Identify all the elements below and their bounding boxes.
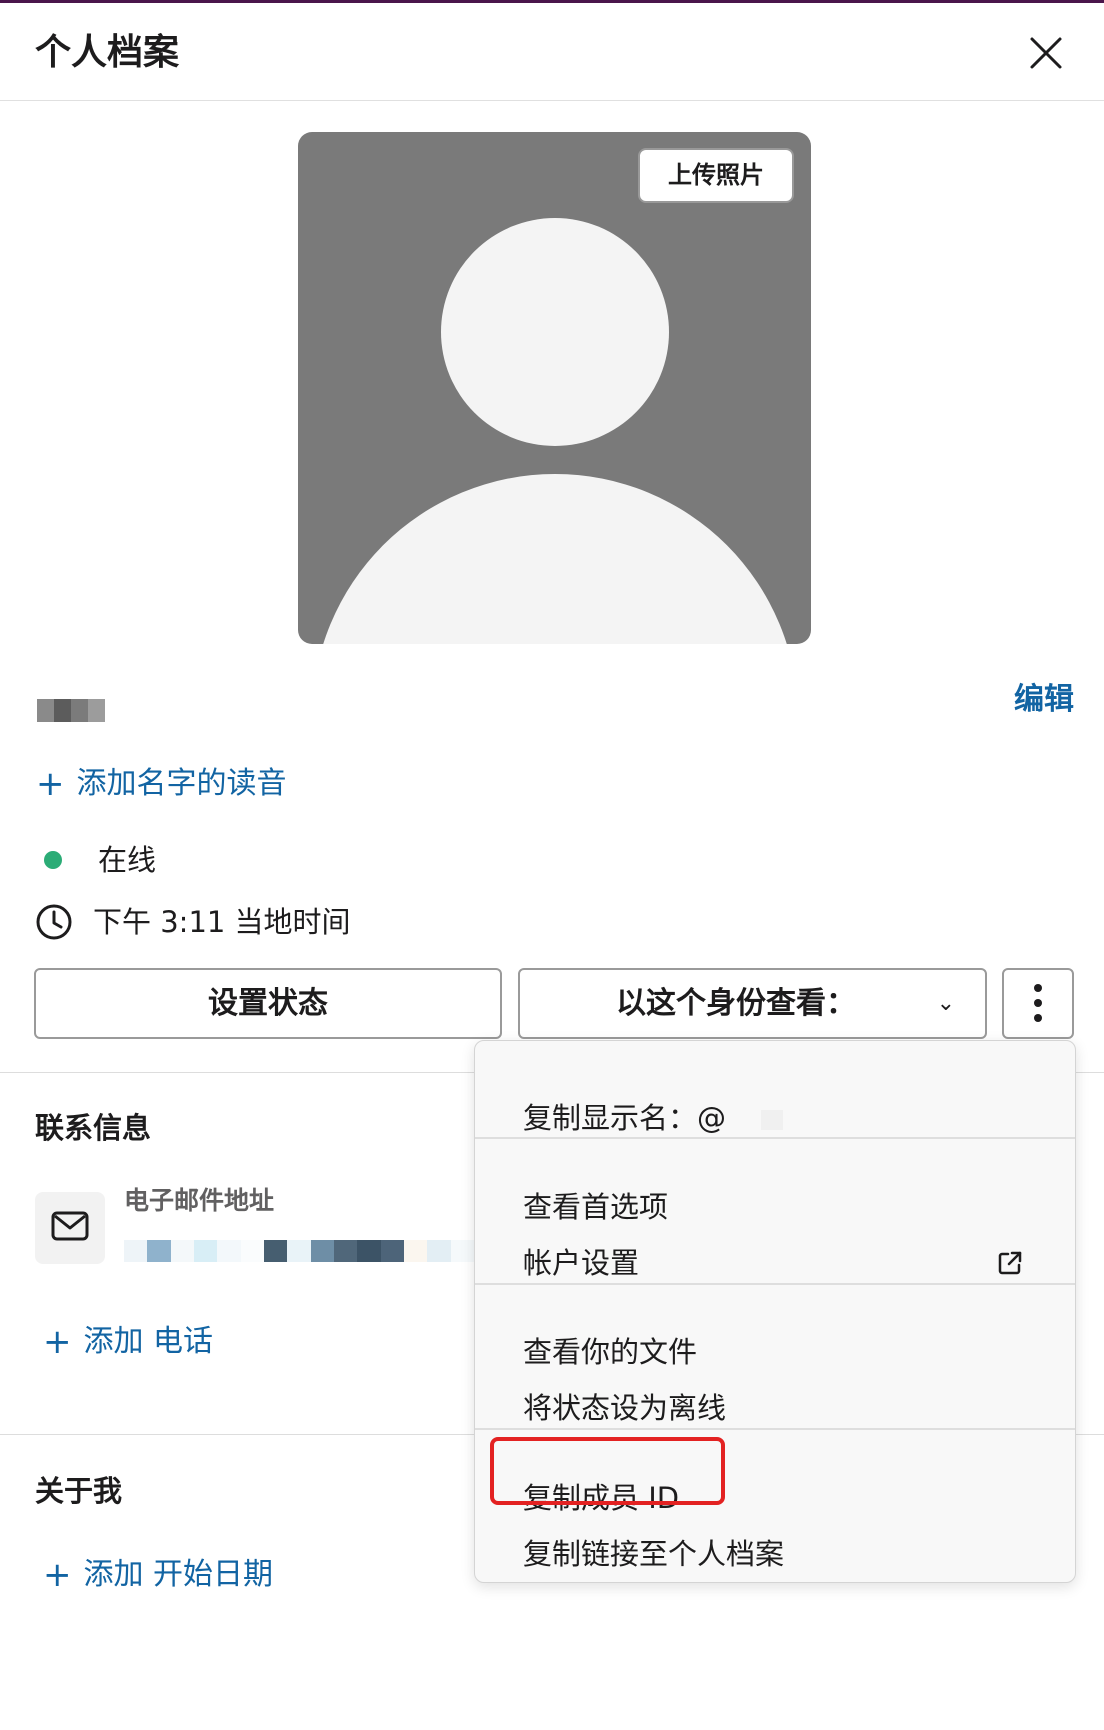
avatar-head-shape <box>441 218 669 446</box>
external-link-icon <box>998 1251 1022 1275</box>
email-value-redacted[interactable] <box>124 1240 474 1262</box>
copy-display-name-label: 复制显示名：@ <box>523 1101 727 1135</box>
clock-icon <box>36 904 72 940</box>
add-pronunciation-label: 添加名字的读音 <box>76 766 287 801</box>
presence-text: 在线 <box>98 843 157 877</box>
presence-row: 在线 <box>44 840 156 880</box>
add-pronunciation-link[interactable]: + 添加名字的读音 <box>36 764 287 804</box>
email-label: 电子邮件地址 <box>124 1186 275 1215</box>
more-actions-button[interactable] <box>1002 968 1074 1039</box>
account-settings-label: 帐户设置 <box>523 1246 640 1280</box>
profile-photo <box>298 132 811 644</box>
add-phone-label: 添加 电话 <box>83 1324 214 1359</box>
add-phone-link[interactable]: + 添加 电话 <box>43 1322 213 1362</box>
vertical-ellipsis-icon <box>1034 984 1042 1022</box>
profile-header: 个人档案 <box>0 3 1104 101</box>
page-title: 个人档案 <box>35 32 180 73</box>
view-as-label: 以这个身份查看： <box>616 986 856 1021</box>
close-button[interactable] <box>1026 33 1066 73</box>
set-status-button[interactable]: 设置状态 <box>34 968 502 1039</box>
close-icon <box>1030 37 1062 69</box>
online-status-dot-icon <box>44 851 62 869</box>
mail-icon <box>51 1211 89 1241</box>
plus-icon: + <box>43 1322 72 1362</box>
add-start-date-link[interactable]: + 添加 开始日期 <box>43 1555 273 1595</box>
menu-separator <box>475 1283 1075 1285</box>
local-time-row: 下午 3:11 当地时间 <box>35 902 351 942</box>
menu-item-view-files[interactable]: 查看你的文件 <box>475 1327 1075 1377</box>
menu-item-copy-profile-link[interactable]: 复制链接至个人档案 <box>475 1529 1075 1579</box>
menu-item-set-away[interactable]: 将状态设为离线 <box>475 1383 1075 1433</box>
contact-section-title: 联系信息 <box>35 1111 152 1145</box>
plus-icon: + <box>36 764 65 804</box>
menu-separator <box>475 1428 1075 1430</box>
view-as-dropdown[interactable]: 以这个身份查看： ⌄ <box>518 968 987 1039</box>
plus-icon: + <box>43 1555 72 1595</box>
add-start-date-label: 添加 开始日期 <box>83 1557 274 1592</box>
avatar-body-shape <box>312 474 798 644</box>
display-name-redacted <box>37 699 105 722</box>
menu-item-view-preferences[interactable]: 查看首选项 <box>475 1182 1075 1232</box>
chevron-down-icon: ⌄ <box>936 991 955 1016</box>
more-actions-menu: 复制显示名：@ 查看首选项 帐户设置 查看你的文件 将状态设为离线 复制成员 I… <box>474 1040 1076 1583</box>
about-section-title: 关于我 <box>35 1474 123 1508</box>
menu-item-account-settings[interactable]: 帐户设置 <box>475 1238 1075 1288</box>
local-time-text: 下午 3:11 当地时间 <box>93 905 351 939</box>
display-handle-redacted <box>761 1110 784 1130</box>
menu-item-copy-member-id[interactable]: 复制成员 ID <box>475 1473 1075 1523</box>
email-icon-box <box>35 1192 105 1264</box>
upload-photo-button[interactable]: 上传照片 <box>638 148 794 203</box>
menu-separator <box>475 1137 1075 1139</box>
menu-item-copy-display-name[interactable]: 复制显示名：@ <box>475 1093 1075 1143</box>
edit-profile-link[interactable]: 编辑 <box>1014 680 1074 720</box>
